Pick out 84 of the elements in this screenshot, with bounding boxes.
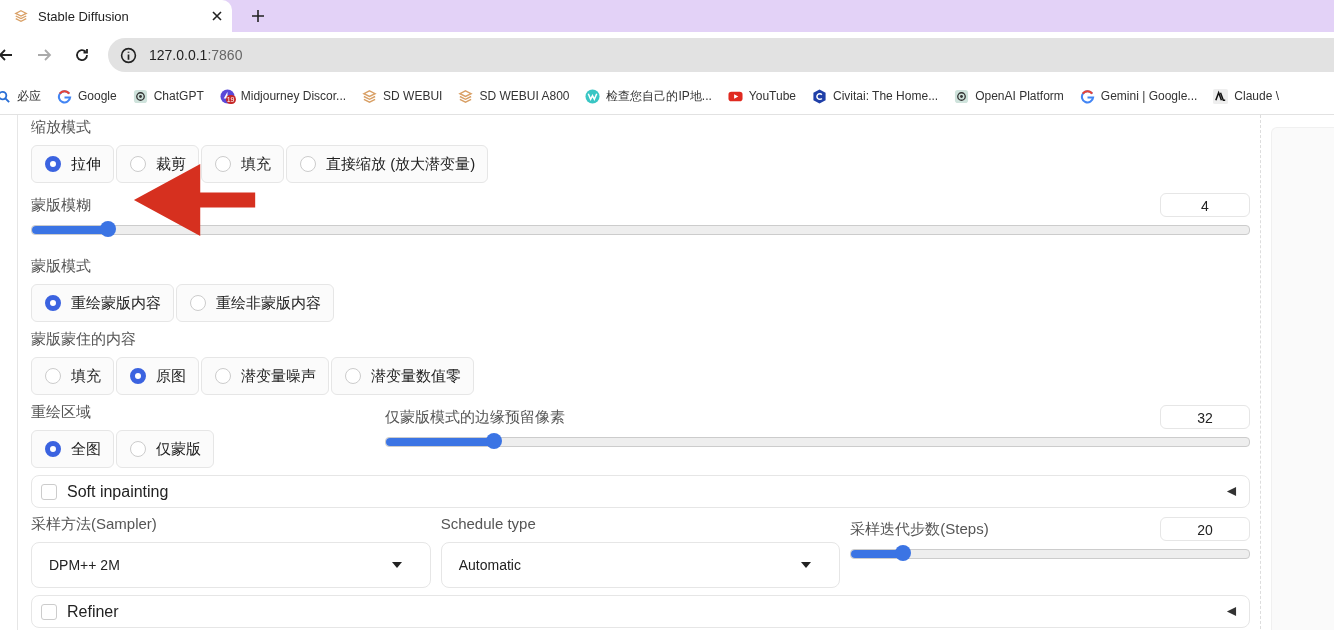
bookmark[interactable]: YouTube	[727, 88, 796, 104]
browser-tab[interactable]: Stable Diffusion	[0, 0, 232, 32]
bookmark[interactable]: Claude \	[1213, 88, 1280, 104]
info-icon[interactable]	[120, 46, 137, 64]
number-field[interactable]: 32	[1160, 405, 1250, 429]
radio-option[interactable]: 重绘蒙版内容	[31, 284, 174, 322]
checkbox[interactable]	[41, 483, 57, 500]
radio-option[interactable]: 仅蒙版	[116, 430, 214, 468]
field-label: 缩放模式	[31, 117, 92, 137]
dropdown[interactable]: Automatic	[440, 542, 841, 588]
accordion[interactable]: Refiner	[31, 595, 1250, 628]
radio-option[interactable]: 潜变量噪声	[201, 357, 329, 395]
radio-option[interactable]: 全图	[31, 430, 114, 468]
layers-icon	[14, 9, 28, 23]
bookmark[interactable]: 检查您自己的IP地...	[585, 87, 712, 105]
bookmark-label: SD WEBUI A800	[479, 89, 570, 103]
collapse-icon[interactable]	[1226, 606, 1237, 617]
bookmark-label: 检查您自己的IP地...	[606, 87, 712, 105]
bookmark[interactable]: SD WEBUI A800	[458, 88, 570, 104]
accordion[interactable]: Soft inpainting	[31, 475, 1250, 508]
bookmark[interactable]: Google	[57, 88, 117, 104]
dropdown[interactable]: DPM++ 2M	[31, 542, 431, 588]
number-field[interactable]: 20	[1160, 517, 1250, 541]
search-icon	[0, 88, 11, 104]
bookmark-label: OpenAI Platform	[975, 89, 1064, 103]
layers-icon	[458, 88, 474, 104]
caret-icon	[801, 562, 812, 568]
bookmark-label: Gemini | Google...	[1100, 89, 1198, 103]
checkbox[interactable]	[41, 603, 57, 620]
bookmark[interactable]: ChatGPT	[132, 88, 204, 104]
radio-option[interactable]: 直接缩放 (放大潜变量)	[286, 145, 489, 183]
reload-icon[interactable]	[74, 47, 90, 63]
radio-button[interactable]	[45, 295, 61, 311]
accordion-label: Refiner	[67, 602, 120, 621]
field-label: 仅蒙版模式的边缘预留像素	[385, 407, 565, 427]
field-label: 蒙版模式	[31, 256, 92, 276]
radio-option[interactable]: 拉伸	[31, 145, 114, 183]
bookmark-label: Claude \	[1234, 89, 1280, 103]
hexagon-icon	[812, 88, 827, 104]
caret-icon	[391, 562, 402, 568]
tab-title: Stable Diffusion	[38, 8, 130, 24]
bookmark[interactable]: 必应	[0, 87, 41, 105]
radio-option[interactable]: 填充	[31, 357, 114, 395]
radio-option[interactable]: 潜变量数值零	[331, 357, 474, 395]
radio-option[interactable]: 填充	[201, 145, 284, 183]
field-label: 采样迭代步数(Steps)	[850, 519, 989, 539]
radio-button[interactable]	[45, 156, 61, 172]
field-label: 蒙版模糊	[31, 195, 91, 215]
field-label: 蒙版蒙住的内容	[31, 329, 137, 349]
field-label: 重绘区域	[31, 402, 92, 422]
g-icon	[57, 88, 72, 104]
bookmark-label: Google	[78, 89, 117, 103]
bookmark[interactable]: Civitai: The Home...	[812, 88, 939, 104]
bookmark-label: YouTube	[748, 89, 796, 103]
number-field[interactable]: 4	[1160, 193, 1250, 217]
bookmark-label: Midjourney Discor...	[240, 89, 347, 103]
collapse-icon[interactable]	[1226, 486, 1237, 497]
a-icon	[1213, 88, 1229, 104]
bookmark[interactable]: Gemini | Google...	[1079, 88, 1198, 104]
bookmark-label: 必应	[17, 87, 41, 105]
radio-option[interactable]: 重绘非蒙版内容	[176, 284, 334, 322]
radio-option[interactable]: 原图	[116, 357, 199, 395]
plus-icon[interactable]	[252, 10, 264, 22]
bookmark[interactable]: SD WEBUI	[362, 88, 443, 104]
slider-thumb[interactable]	[485, 433, 502, 449]
address-bar[interactable]: 127.0.0.1:7860	[108, 38, 1334, 72]
field-label: Schedule type	[440, 514, 537, 534]
slider-thumb[interactable]	[895, 545, 912, 561]
back-icon[interactable]	[0, 47, 14, 63]
bookmark[interactable]: OpenAI Platform	[954, 88, 1064, 104]
radio-button[interactable]	[45, 441, 61, 457]
radio-option[interactable]: 裁剪	[116, 145, 199, 183]
slider-thumb[interactable]	[100, 221, 117, 237]
accordion-label: Soft inpainting	[67, 482, 170, 501]
w-icon	[585, 88, 601, 104]
close-icon[interactable]	[212, 11, 222, 21]
bookmark-label: Civitai: The Home...	[833, 89, 939, 103]
layers-icon	[362, 88, 378, 104]
bookmark-label: ChatGPT	[153, 89, 204, 103]
g-icon	[1079, 88, 1095, 104]
field-label: 采样方法(Sampler)	[31, 514, 158, 534]
url-text: 127.0.0.1:7860	[149, 47, 243, 63]
radio-button[interactable]	[130, 368, 146, 384]
bookmark-label: SD WEBUI	[383, 89, 443, 103]
